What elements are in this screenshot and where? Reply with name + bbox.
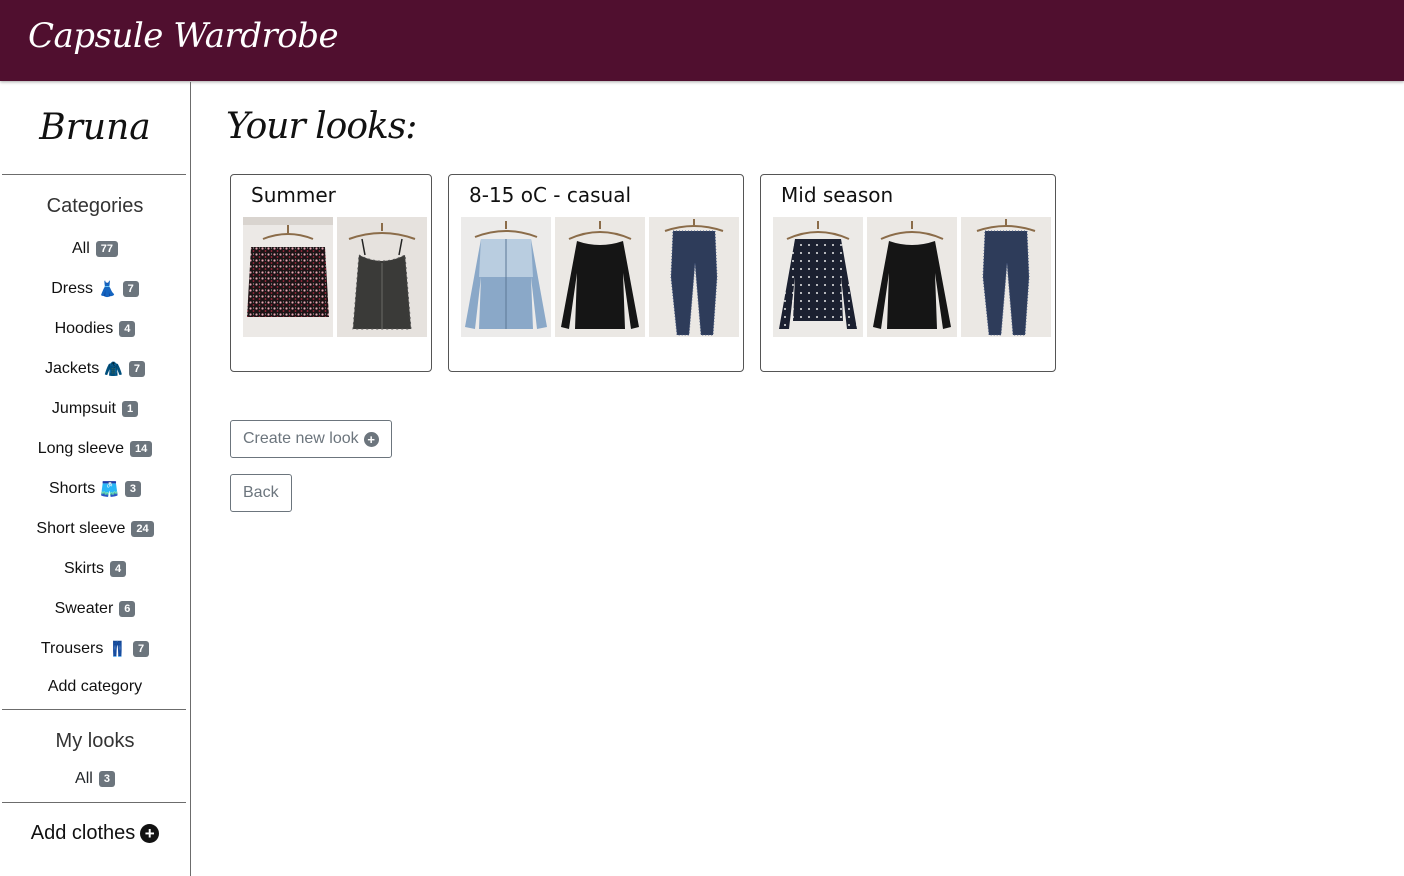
category-item-dress[interactable]: Dress 👗 7 bbox=[0, 269, 190, 309]
category-item-skirts[interactable]: Skirts 4 bbox=[0, 549, 190, 589]
looks-label: All bbox=[75, 770, 93, 787]
add-category-link[interactable]: Add category bbox=[0, 669, 190, 709]
count-badge: 1 bbox=[121, 401, 139, 417]
count-badge: 3 bbox=[124, 481, 142, 497]
category-label: Sweater bbox=[54, 600, 114, 617]
count-badge: 7 bbox=[122, 281, 139, 297]
category-label: Short sleeve bbox=[36, 520, 126, 537]
count-badge: 4 bbox=[109, 561, 127, 577]
category-label: Long sleeve bbox=[37, 440, 125, 457]
page-title: Your looks: bbox=[226, 106, 417, 147]
look-name: Summer bbox=[251, 183, 336, 207]
clothing-photo-camisole-top bbox=[337, 217, 427, 337]
clothing-photo-polka-dot-blouse bbox=[773, 217, 863, 337]
clothing-photo-jeans bbox=[649, 217, 739, 337]
look-name: Mid season bbox=[781, 183, 894, 207]
categories-heading: Categories bbox=[46, 195, 144, 217]
count-badge: 77 bbox=[95, 241, 119, 257]
back-label: Back bbox=[243, 484, 279, 501]
count-badge: 7 bbox=[133, 641, 150, 657]
category-label: Dress bbox=[51, 280, 93, 297]
category-label: Skirts bbox=[63, 560, 104, 577]
trousers-icon: 👖 bbox=[108, 641, 128, 658]
my-looks-heading: My looks bbox=[55, 730, 135, 752]
look-card-casual[interactable]: 8-15 oC - casual bbox=[448, 174, 744, 372]
category-item-long-sleeve[interactable]: Long sleeve 14 bbox=[0, 429, 190, 469]
clothing-photo-floral-skirt bbox=[243, 217, 333, 337]
clothing-photo-black-long-sleeve bbox=[555, 217, 645, 337]
category-item-jackets[interactable]: Jackets 🧥 7 bbox=[0, 349, 190, 389]
clothing-photo-denim-shirt bbox=[461, 217, 551, 337]
category-label: Trousers bbox=[40, 640, 104, 657]
dress-icon: 👗 bbox=[97, 281, 117, 298]
jacket-icon: 🧥 bbox=[104, 361, 123, 378]
look-card-mid-season[interactable]: Mid season bbox=[760, 174, 1056, 372]
category-label: All bbox=[71, 240, 90, 257]
plus-circle-icon: + bbox=[140, 824, 160, 843]
my-looks-item-all[interactable]: All 3 bbox=[0, 756, 190, 802]
category-label: Jumpsuit bbox=[51, 400, 116, 417]
category-list: All 77 Dress 👗 7 Hoodies 4 Jackets 🧥 7 J… bbox=[0, 229, 190, 669]
category-item-short-sleeve[interactable]: Short sleeve 24 bbox=[0, 509, 190, 549]
shorts-icon: 🩳 bbox=[100, 481, 119, 498]
category-item-hoodies[interactable]: Hoodies 4 bbox=[0, 309, 190, 349]
count-badge: 4 bbox=[119, 321, 136, 337]
count-badge: 3 bbox=[98, 771, 115, 787]
category-item-shorts[interactable]: Shorts 🩳 3 bbox=[0, 469, 190, 509]
sidebar-divider bbox=[2, 802, 186, 803]
create-new-look-button[interactable]: Create new look + bbox=[230, 420, 392, 458]
add-clothes-label: Add clothes bbox=[30, 822, 136, 844]
plus-circle-icon: + bbox=[363, 431, 379, 447]
clothing-photo-jeans bbox=[961, 217, 1051, 337]
category-label: Hoodies bbox=[54, 320, 114, 337]
app-title[interactable]: Capsule Wardrobe bbox=[28, 16, 339, 56]
look-name: 8-15 oC - casual bbox=[469, 183, 632, 207]
sidebar-divider bbox=[2, 174, 186, 175]
back-button[interactable]: Back bbox=[230, 474, 292, 512]
sidebar: Bruna Categories All 77 Dress 👗 7 Hoodie… bbox=[0, 82, 191, 876]
category-label: Shorts bbox=[48, 480, 96, 497]
count-badge: 24 bbox=[131, 521, 154, 537]
create-new-look-label: Create new look bbox=[243, 430, 359, 447]
add-clothes-button[interactable]: Add clothes + bbox=[0, 822, 190, 845]
category-item-sweater[interactable]: Sweater 6 bbox=[0, 589, 190, 629]
user-name: Bruna bbox=[39, 107, 151, 148]
category-label: Jackets bbox=[44, 360, 100, 377]
count-badge: 6 bbox=[119, 601, 136, 617]
category-item-all[interactable]: All 77 bbox=[0, 229, 190, 269]
count-badge: 7 bbox=[128, 361, 146, 377]
category-item-trousers[interactable]: Trousers 👖 7 bbox=[0, 629, 190, 669]
category-item-jumpsuit[interactable]: Jumpsuit 1 bbox=[0, 389, 190, 429]
top-navbar: Capsule Wardrobe bbox=[0, 0, 1404, 81]
count-badge: 14 bbox=[130, 441, 153, 457]
clothing-photo-black-long-sleeve bbox=[867, 217, 957, 337]
look-card-summer[interactable]: Summer bbox=[230, 174, 432, 372]
sidebar-divider bbox=[2, 709, 186, 710]
